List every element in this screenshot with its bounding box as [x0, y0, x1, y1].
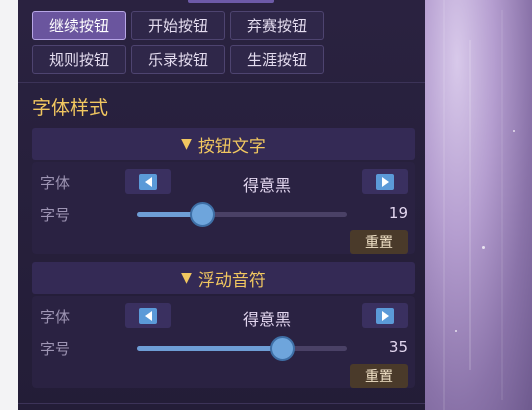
triangle-down-icon: ▼: [181, 270, 192, 286]
arrow-left-icon: [139, 307, 157, 324]
start-button-option[interactable]: 开始按钮: [131, 11, 225, 40]
divider: [18, 82, 425, 83]
size-slider[interactable]: [137, 336, 347, 361]
font-value: 得意黑: [242, 176, 291, 195]
settings-panel: 继续按钮 开始按钮 弃赛按钮 规则按钮 乐录按钮 生涯按钮 字体样式 ▼ 按钮文…: [18, 0, 425, 410]
group-header-button-text[interactable]: ▼ 按钮文字: [32, 128, 415, 160]
window-edge: [0, 0, 18, 410]
group-header-floating-notes[interactable]: ▼ 浮动音符: [32, 262, 415, 294]
font-label: 字体: [40, 174, 71, 192]
background-image: [425, 0, 532, 410]
slider-knob[interactable]: [269, 336, 295, 361]
group-body-button-text: 字体 得意黑 字号 19 重置: [32, 162, 415, 254]
font-value: 得意黑: [242, 310, 291, 329]
continue-button-option[interactable]: 继续按钮: [32, 11, 126, 40]
rules-button-option[interactable]: 规则按钮: [32, 45, 126, 74]
size-label: 字号: [40, 206, 71, 224]
size-slider[interactable]: [137, 202, 347, 227]
group-header-label: 浮动音符: [197, 270, 266, 291]
font-next-button[interactable]: [362, 303, 408, 328]
group-body-floating-notes: 字体 得意黑 字号 35 重置: [32, 296, 415, 388]
section-title: 字体样式: [32, 97, 109, 119]
font-next-button[interactable]: [362, 169, 408, 194]
slider-knob[interactable]: [190, 202, 216, 227]
top-tab-indicator: [188, 0, 274, 3]
font-label: 字体: [40, 308, 71, 326]
career-button-option[interactable]: 生涯按钮: [230, 45, 324, 74]
size-label: 字号: [40, 340, 71, 358]
arrow-right-icon: [376, 307, 394, 324]
reset-button[interactable]: 重置: [350, 364, 408, 388]
size-value: 19: [388, 204, 408, 222]
group-header-label: 按钮文字: [197, 136, 266, 157]
slider-fill: [137, 346, 282, 351]
size-value: 35: [388, 338, 408, 356]
forfeit-button-option[interactable]: 弃赛按钮: [230, 11, 324, 40]
arrow-left-icon: [139, 173, 157, 190]
triangle-down-icon: ▼: [181, 136, 192, 152]
font-prev-button[interactable]: [125, 169, 171, 194]
font-prev-button[interactable]: [125, 303, 171, 328]
divider: [18, 403, 425, 404]
arrow-right-icon: [376, 173, 394, 190]
music-record-button-option[interactable]: 乐录按钮: [131, 45, 225, 74]
reset-button[interactable]: 重置: [350, 230, 408, 254]
